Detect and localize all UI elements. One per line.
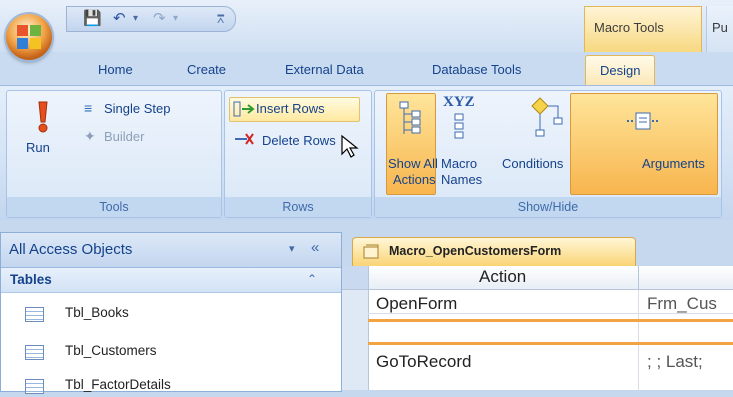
arguments-button[interactable]: Arguments (642, 156, 705, 171)
table-icon (25, 379, 44, 394)
conditions-icon (531, 97, 563, 137)
tab-external-data[interactable]: External Data (285, 62, 364, 77)
group-collapse-icon[interactable]: ⌃ (307, 272, 317, 286)
tab-design[interactable]: Design (585, 55, 656, 86)
show-all-actions-line1[interactable]: Show All (388, 156, 438, 171)
insert-rows-button[interactable]: Insert Rows (256, 101, 325, 116)
nav-item-label: Tbl_Books (65, 305, 129, 320)
macro-names-icon (454, 113, 464, 139)
row1-args[interactable]: Frm_Cus (647, 294, 717, 314)
macro-icon (363, 244, 379, 259)
undo-icon[interactable]: ↶ (113, 9, 126, 29)
delete-rows-button[interactable]: Delete Rows (262, 133, 336, 148)
group-showhide-label: Show/Hide (375, 197, 721, 217)
redo-dropdown-icon[interactable]: ▾ (173, 9, 178, 29)
insert-rows-icon (233, 101, 255, 117)
column-divider (638, 290, 639, 390)
tab-database-tools[interactable]: Database Tools (432, 62, 521, 77)
group-rows-label: Rows (225, 197, 371, 217)
column-divider (638, 266, 639, 289)
macro-names-xyz-label: XYZ (443, 94, 475, 110)
builder-icon: ✦ (84, 128, 96, 144)
document-tab-title: Macro_OpenCustomersForm (389, 244, 562, 258)
quick-access-toolbar: 💾 ↶ ▾ ↷ ▾ ⩞ (66, 6, 236, 32)
mouse-cursor-icon (341, 134, 359, 158)
run-icon (38, 101, 48, 133)
nav-item-label: Tbl_Customers (65, 343, 157, 358)
nav-header[interactable]: All Access Objects ▾ « (1, 233, 341, 268)
delete-rows-icon (235, 133, 254, 145)
grid-header: Action (342, 266, 733, 290)
nav-dropdown-icon[interactable]: ▾ (289, 242, 295, 255)
row3-args[interactable]: ; ; Last; (647, 352, 703, 372)
context-tab-macro-tools: Macro Tools (594, 20, 664, 35)
tab-home[interactable]: Home (98, 62, 133, 77)
nav-group-tables[interactable]: Tables ⌃ (1, 268, 341, 293)
office-logo-icon (17, 25, 41, 49)
navigation-pane: All Access Objects ▾ « Tables ⌃ Tbl_Book… (0, 232, 342, 394)
document-area: Macro_OpenCustomersForm Action OpenForm … (342, 232, 733, 390)
run-button[interactable]: Run (26, 140, 50, 155)
group-tools-label: Tools (7, 197, 221, 217)
single-step-button[interactable]: Single Step (104, 101, 171, 116)
select-all-corner[interactable] (342, 266, 369, 289)
ribbon-tabs: Home Create External Data Database Tools… (0, 52, 733, 86)
nav-group-tables-label: Tables (10, 272, 52, 287)
macro-grid: Action OpenForm Frm_Cus GoToRecord ; ; L… (342, 266, 733, 390)
show-all-actions-icon (399, 101, 421, 134)
macro-names-line2[interactable]: Names (441, 172, 482, 187)
save-icon[interactable]: 💾 (83, 9, 102, 29)
nav-collapse-icon[interactable]: « (311, 239, 319, 256)
redo-icon[interactable]: ↷ (153, 9, 166, 29)
table-icon (25, 345, 44, 360)
context-tab-next: Pu (712, 20, 728, 35)
table-icon (25, 307, 44, 322)
insert-marker-top (368, 319, 733, 322)
undo-dropdown-icon[interactable]: ▾ (133, 9, 138, 29)
arguments-highlight (570, 93, 718, 195)
row1-action[interactable]: OpenForm (376, 294, 457, 314)
row3-action[interactable]: GoToRecord (376, 352, 471, 372)
tab-create[interactable]: Create (187, 62, 226, 77)
row-selector-column[interactable] (342, 290, 369, 390)
insert-marker-bottom (368, 342, 733, 345)
single-step-icon: ≡ (84, 100, 93, 116)
document-tab[interactable]: Macro_OpenCustomersForm (352, 237, 636, 266)
office-button[interactable] (6, 14, 52, 60)
nav-title[interactable]: All Access Objects (9, 241, 132, 258)
customize-qat-icon[interactable]: ⩞ (217, 9, 224, 29)
macro-names-line1[interactable]: Macro (441, 156, 477, 171)
show-all-actions-line2[interactable]: Actions (393, 172, 436, 187)
arguments-icon (627, 112, 660, 130)
conditions-button[interactable]: Conditions (502, 156, 563, 171)
column-header-action[interactable]: Action (479, 267, 526, 287)
builder-button[interactable]: Builder (104, 129, 144, 144)
